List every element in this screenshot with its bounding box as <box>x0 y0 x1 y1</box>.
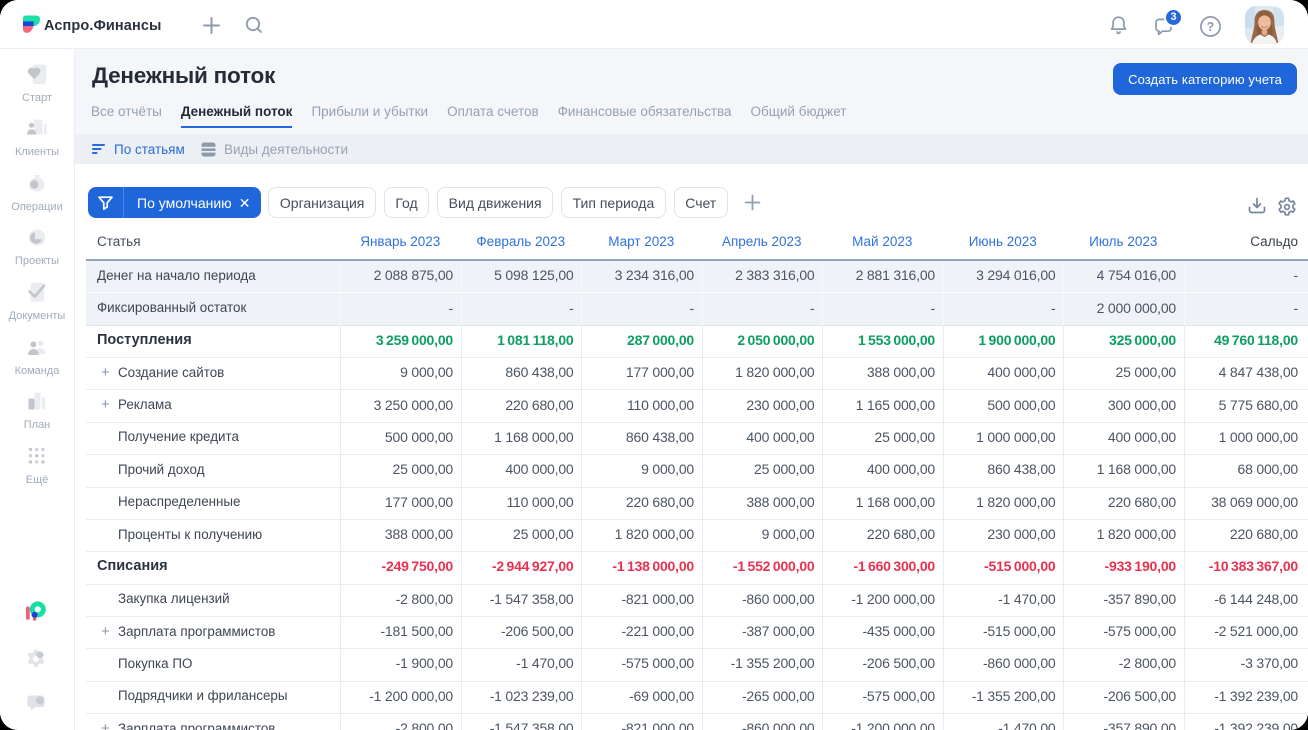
svg-text:?: ? <box>1207 20 1215 34</box>
